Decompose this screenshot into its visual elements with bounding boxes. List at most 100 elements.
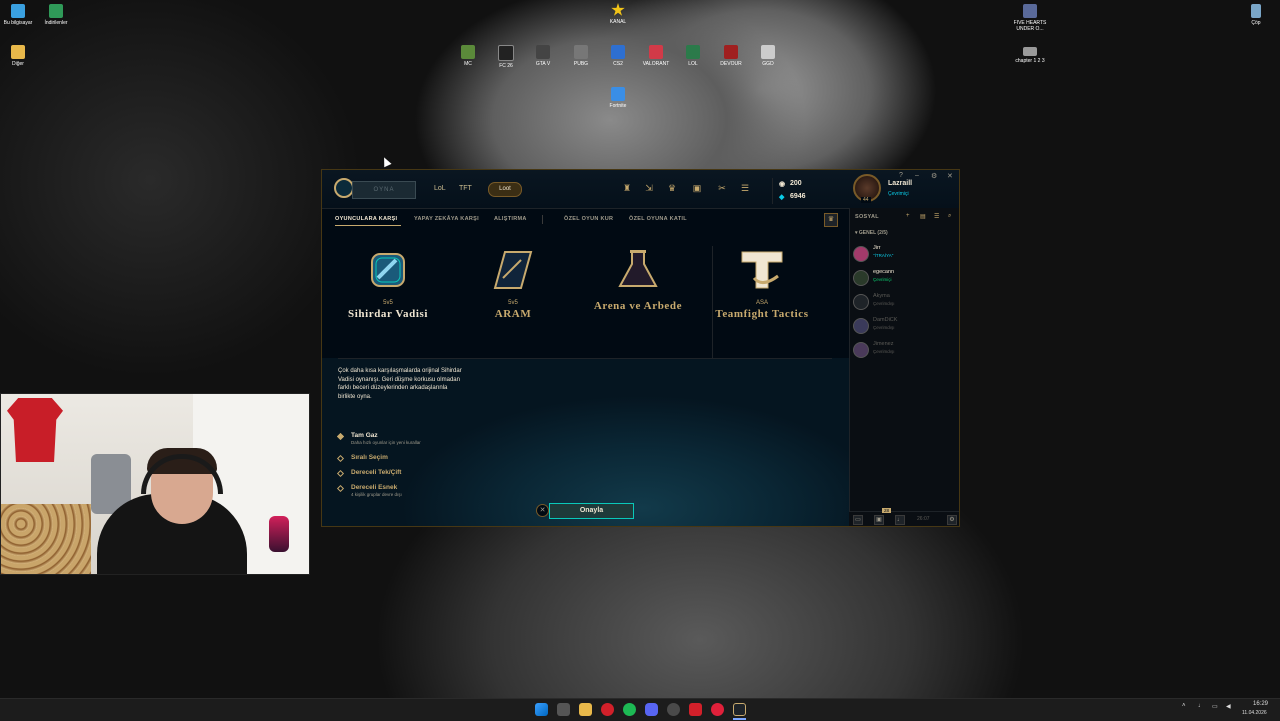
desktop-icon-label: İndirilenler xyxy=(44,20,68,26)
social-title: SOSYAL xyxy=(855,214,879,220)
minimize-button[interactable]: – xyxy=(915,172,919,179)
option-hint: 4 kişilik gruplar devre dışı xyxy=(351,492,402,497)
friend-item[interactable]: Akyma Çevrimdışı xyxy=(852,292,958,312)
lol-icon xyxy=(686,45,700,59)
mode-summoners-rift[interactable]: 5v5 Sihirdar Vadisi xyxy=(333,248,443,321)
trophy-icon[interactable]: ♛ xyxy=(824,213,838,227)
spotify-icon[interactable] xyxy=(623,703,636,716)
play-button[interactable]: OYNA xyxy=(352,181,416,199)
tray-chevron-icon[interactable]: ˄ xyxy=(1182,703,1186,709)
rp-icon: ◉ xyxy=(779,181,786,188)
pubg-icon xyxy=(574,45,588,59)
task-view-icon[interactable] xyxy=(557,703,570,716)
mode-arena[interactable]: Arena ve Arbede xyxy=(583,248,693,313)
mic-tray-icon[interactable]: ♩ xyxy=(1198,703,1204,709)
avatar xyxy=(853,318,869,334)
party-icon[interactable]: ▣ xyxy=(874,515,884,525)
mode-name: Teamfight Tactics xyxy=(715,308,809,320)
nav-lol[interactable]: LoL xyxy=(434,185,446,192)
tab-create-custom[interactable]: ÖZEL OYUN KUR xyxy=(564,216,613,222)
folder-icon[interactable]: ▤ xyxy=(920,213,926,220)
webcam-overlay xyxy=(0,393,310,575)
clock-date[interactable]: 11.04.2026 xyxy=(1242,710,1267,716)
desktop-icon-ggd[interactable]: GGD xyxy=(746,45,790,67)
folder-icon xyxy=(11,45,25,59)
desktop-icon-fortnite[interactable]: Fortnite xyxy=(596,87,640,109)
mic-icon[interactable]: ♩ xyxy=(895,515,905,525)
chest-icon[interactable]: ▣ xyxy=(692,183,702,193)
steam-icon[interactable] xyxy=(667,703,680,716)
devour-icon xyxy=(724,45,738,59)
windows-start-icon[interactable] xyxy=(535,703,548,716)
desktop-icon-label: FIVE HEARTS UNDER O... xyxy=(1013,20,1047,32)
computer-icon xyxy=(11,4,25,18)
active-tab-underline xyxy=(335,225,401,226)
desktop-icon-chapter[interactable]: chapter 1 2 3 xyxy=(1008,47,1052,64)
avatar xyxy=(853,294,869,310)
client-topbar: OYNA LoL TFT Loot ♜ ⇲ ♛ ▣ ✂ ☰ ◉ 200 ◆ 69… xyxy=(322,170,959,209)
tab-vs-players[interactable]: OYUNCULARA KARŞI xyxy=(335,216,397,222)
clock-time[interactable]: 16:29 xyxy=(1253,701,1268,707)
option-label: Dereceli Esnek xyxy=(351,484,398,491)
currency-panel[interactable]: ◉ 200 ◆ 6946 xyxy=(772,178,831,204)
desktop-icon-kanal[interactable]: KANAL xyxy=(596,3,640,25)
confirm-button[interactable]: Onayla xyxy=(549,503,634,519)
chat-icon[interactable]: ▭ xyxy=(853,515,863,525)
profile-panel[interactable]: 44 Lazraill Çevrimiçi xyxy=(853,174,959,206)
profile-name: Lazraill xyxy=(888,180,913,187)
settings-button[interactable]: ⚙ xyxy=(931,172,937,180)
chat-time: 26:07 xyxy=(917,516,930,522)
desktop-icon-label: chapter 1 2 3 xyxy=(1015,58,1045,64)
crafting-icon[interactable]: ✂ xyxy=(717,183,727,193)
friend-status: Çevrimdışı xyxy=(873,325,895,330)
desktop-icon-other[interactable]: Diğer xyxy=(0,45,40,67)
mode-aram[interactable]: 5v5 ARAM xyxy=(458,248,568,321)
desktop-icon-five-hearts[interactable]: FIVE HEARTS UNDER O... xyxy=(1008,4,1052,32)
file-explorer-icon[interactable] xyxy=(579,703,592,716)
nav-tft[interactable]: TFT xyxy=(459,185,472,192)
loot-button[interactable]: Loot xyxy=(488,182,522,197)
desktop-icon-downloads[interactable]: İndirilenler xyxy=(34,4,78,26)
profile-level: 44 xyxy=(861,197,871,203)
settings-gear-icon[interactable]: ⚙ xyxy=(947,515,957,525)
star-icon xyxy=(611,3,625,16)
list-icon[interactable]: ☰ xyxy=(934,213,939,220)
tab-vs-ai[interactable]: YAPAY ZEKÂYA KARŞI xyxy=(414,216,479,222)
trash-icon xyxy=(1251,4,1261,18)
network-icon[interactable]: ▭ xyxy=(1212,703,1218,710)
opera-gx-icon[interactable] xyxy=(601,703,614,716)
friend-item[interactable]: DamDiCK Çevrimdışı xyxy=(852,316,958,336)
tab-practice[interactable]: ALIŞTIRMA xyxy=(494,216,527,222)
tab-join-custom[interactable]: ÖZEL OYUNA KATIL xyxy=(629,216,687,222)
subnav-divider xyxy=(542,215,543,224)
recording-app-icon[interactable] xyxy=(711,703,724,716)
desktop-icon-label: LOL xyxy=(688,61,698,67)
riot-client-icon[interactable] xyxy=(689,703,702,716)
close-button[interactable]: ✕ xyxy=(947,172,953,180)
close-lobby-button[interactable]: ✕ xyxy=(536,504,549,517)
store-icon[interactable]: ☰ xyxy=(740,183,750,193)
volume-icon[interactable]: ◀ xyxy=(1226,703,1231,710)
mode-tft[interactable]: ASA Teamfight Tactics xyxy=(707,248,817,321)
profile-status[interactable]: Çevrimiçi xyxy=(888,191,909,197)
search-icon[interactable]: ⌕ xyxy=(948,213,951,220)
group-label: GENEL (2/5) xyxy=(858,230,888,236)
missions-icon[interactable]: ♜ xyxy=(622,183,632,193)
friend-item[interactable]: egecann Çevrimiçi xyxy=(852,268,958,288)
league-client-taskbar-icon[interactable] xyxy=(733,703,746,716)
discord-icon[interactable] xyxy=(645,703,658,716)
collection-icon[interactable]: ♛ xyxy=(667,183,677,193)
battlepass-icon[interactable]: ⇲ xyxy=(644,183,654,193)
desktop-icon-recycle-bin[interactable]: Çöp xyxy=(1234,4,1278,26)
league-logo-icon[interactable] xyxy=(334,178,354,198)
social-bottom-bar: ▭ ▣ 28 ♩ 26:07 ⚙ xyxy=(849,508,959,526)
friend-item[interactable]: Jimenez Çevrimdışı xyxy=(852,340,958,360)
option-label: Dereceli Tek/Çift xyxy=(351,469,402,476)
desktop-icon-label: Fortnite xyxy=(609,103,627,109)
add-friend-icon[interactable]: + xyxy=(906,213,910,219)
friend-status: Çevrimiçi xyxy=(873,277,892,282)
mode-size: ASA xyxy=(755,300,768,306)
friend-item[interactable]: Jirr "İTRAİYA" xyxy=(852,244,958,264)
help-button[interactable]: ? xyxy=(899,172,903,179)
social-group-header[interactable]: ▾ GENEL (2/5) xyxy=(855,230,888,236)
